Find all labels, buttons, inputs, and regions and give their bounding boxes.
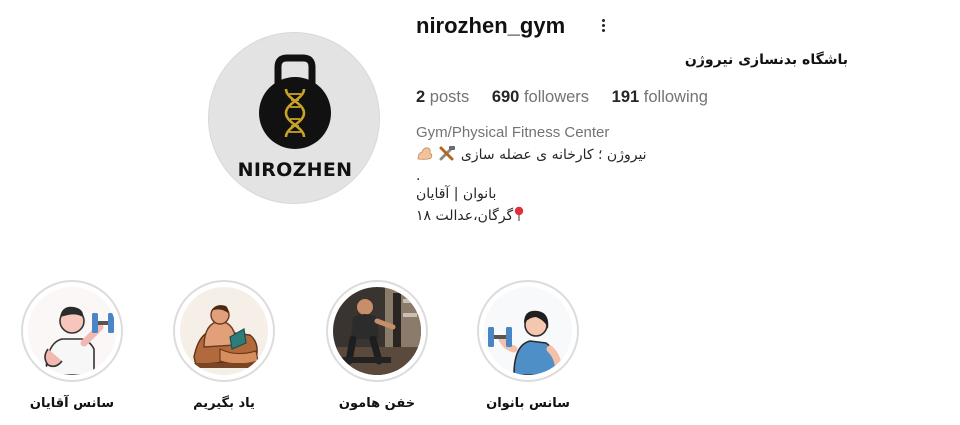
highlight-label: سانس بانوان [486, 396, 570, 411]
highlight-learn[interactable]: یاد بگیریم [144, 280, 304, 411]
highlight-women-session[interactable]: سانس بانوان [448, 280, 608, 411]
profile-avatar[interactable]: NIROZHEN [208, 32, 380, 204]
man-dumbbell-illustration [28, 287, 116, 375]
following-label: following [643, 88, 708, 106]
profile-category: Gym/Physical Fitness Center [416, 124, 610, 141]
woman-dumbbell-illustration [484, 287, 572, 375]
more-vertical-icon[interactable] [596, 17, 610, 39]
highlight-awesome[interactable]: خفن هامون [297, 280, 457, 411]
following-stat[interactable]: 191 following [612, 88, 708, 106]
profile-stats: 2 posts 690 followers 191 following [416, 88, 726, 107]
muscular-man-reading-illustration [180, 287, 268, 375]
posts-stat[interactable]: 2 posts [416, 88, 469, 106]
highlight-label: سانس آقایان [29, 396, 115, 411]
round-pushpin-icon [513, 206, 525, 226]
posts-label: posts [429, 88, 470, 106]
profile-username: nirozhen_gym [416, 13, 566, 38]
highlight-label: یاد بگیریم [193, 396, 255, 411]
bio-line-1: نیروژن ؛ کارخانه ی عضله سازی [416, 145, 656, 165]
tools-emoji-icon [438, 145, 456, 165]
bio-line-3: بانوان | آقایان [416, 186, 497, 202]
followers-count: 690 [491, 88, 520, 106]
gym-photo [333, 287, 421, 375]
flexed-biceps-emoji-icon [416, 145, 434, 165]
highlight-men-session[interactable]: سانس آقایان [0, 280, 152, 411]
bio-line-2: . [416, 168, 421, 184]
highlight-label: خفن هامون [338, 396, 416, 411]
following-count: 191 [611, 88, 640, 106]
followers-stat[interactable]: 690 followers [492, 88, 589, 106]
bio-line-4-text: گرگان،عدالت ۱۸ [416, 208, 514, 224]
profile-full-name: باشگاه بدنسازی نیروژن [684, 52, 848, 68]
avatar-logo-text: NIROZHEN [237, 159, 353, 181]
posts-count: 2 [416, 88, 426, 106]
bio-line-4: گرگان،عدالت ۱۸ [416, 206, 536, 226]
followers-label: followers [523, 88, 590, 106]
bio-line-1-text: نیروژن ؛ کارخانه ی عضله سازی [460, 147, 647, 163]
